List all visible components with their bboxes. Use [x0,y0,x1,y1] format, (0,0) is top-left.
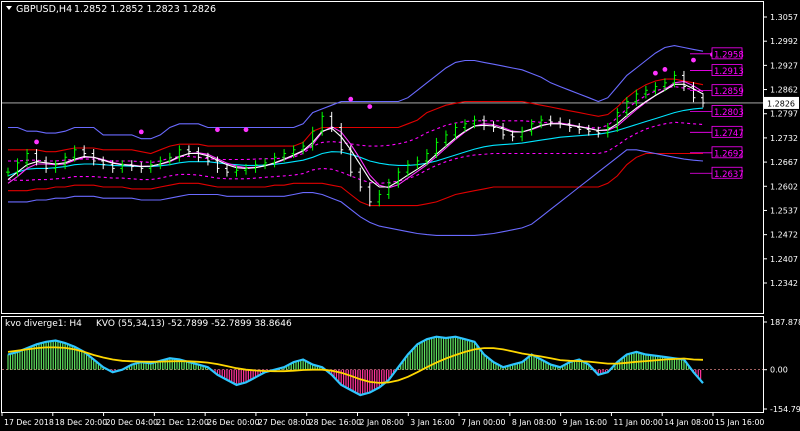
chart-window: 1.2958 1.2913 1.2859 1.2803 1.2747 1.2692 1.26… [0,0,800,431]
chart-header: GBPUSD,H4 1.2852 1.2852 1.2823 1.2826 [6,4,216,15]
fractal-dot [691,57,696,63]
price-tick-label: 1.2862 [770,86,798,95]
price-tick-label: 1.2732 [770,134,798,143]
price-tick-label: 1.3057 [770,13,798,22]
svg-text:1.2859: 1.2859 [714,87,744,97]
price-tick-label: 1.2992 [770,37,798,46]
fractal-dot [215,127,220,133]
svg-text:1.2803: 1.2803 [714,108,744,118]
svg-text:1.2913: 1.2913 [714,67,744,77]
ohlc-values: 1.2852 1.2852 1.2823 1.2826 [74,4,216,15]
indicator-values: KVO (55,34,13) -52.7899 -52.7899 38.8646 [96,319,292,329]
time-tick-label: 9 Jan 16:00 [563,418,607,427]
price-tick-label: 1.2927 [770,61,798,70]
current-price-marker: 1.2826 [764,96,799,109]
time-tick-label: 8 Jan 08:00 [512,418,556,427]
fractal-dot [138,129,144,135]
fractal-dot [367,104,373,110]
fractal-dot [34,139,39,145]
price-tick-label: 1.2667 [770,158,798,167]
symbol-title: GBPUSD,H4 [16,4,72,15]
price-tick-label: 1.2342 [770,279,798,288]
time-tick-label: 11 Jan 00:00 [613,418,662,427]
indicator-tick-label: 0.00 [770,366,788,375]
time-tick-label: 3 Jan 16:00 [410,418,454,427]
fractal-dot [243,127,249,133]
time-tick-label: 15 Jan 16:00 [715,418,764,427]
time-tick-label: 17 Dec 2018 [4,418,54,427]
price-tick-label: 1.2537 [770,206,798,215]
indicator-tick-label: -154.794 [770,405,800,414]
price-tick-label: 1.2602 [770,182,798,191]
svg-text:1.2958: 1.2958 [714,50,744,60]
price-tick-label: 1.2407 [770,255,798,264]
indicator-tick-label: 187.8782 [770,318,800,327]
time-tick-label: 28 Dec 16:00 [309,418,361,427]
fractal-dot [652,70,658,76]
fractal-dot [662,67,668,72]
indicator-header: kvo diverge1: H4 KVO (55,34,13) -52.7899… [5,319,292,329]
svg-text:1.2637: 1.2637 [714,170,744,180]
svg-text:1.2747: 1.2747 [714,129,744,139]
price-tick-label: 1.2797 [770,110,798,119]
time-tick-label: 18 Dec 20:00 [55,418,107,427]
time-tick-label: 7 Jan 00:00 [461,418,505,427]
indicator-title: kvo diverge1: H4 [5,319,82,329]
fractal-dot [348,96,354,102]
time-tick-label: 26 Dec 00:00 [207,418,259,427]
price-tick-label: 1.2472 [770,231,798,240]
svg-text:1.2692: 1.2692 [714,149,744,159]
svg-text:1.2826: 1.2826 [767,99,795,108]
time-tick-label: 2 Jan 08:00 [360,418,404,427]
time-tick-label: 21 Dec 12:00 [156,418,208,427]
time-tick-label: 14 Jan 08:00 [664,418,713,427]
time-tick-label: 20 Dec 04:00 [106,418,158,427]
time-tick-label: 27 Dec 08:00 [258,418,310,427]
